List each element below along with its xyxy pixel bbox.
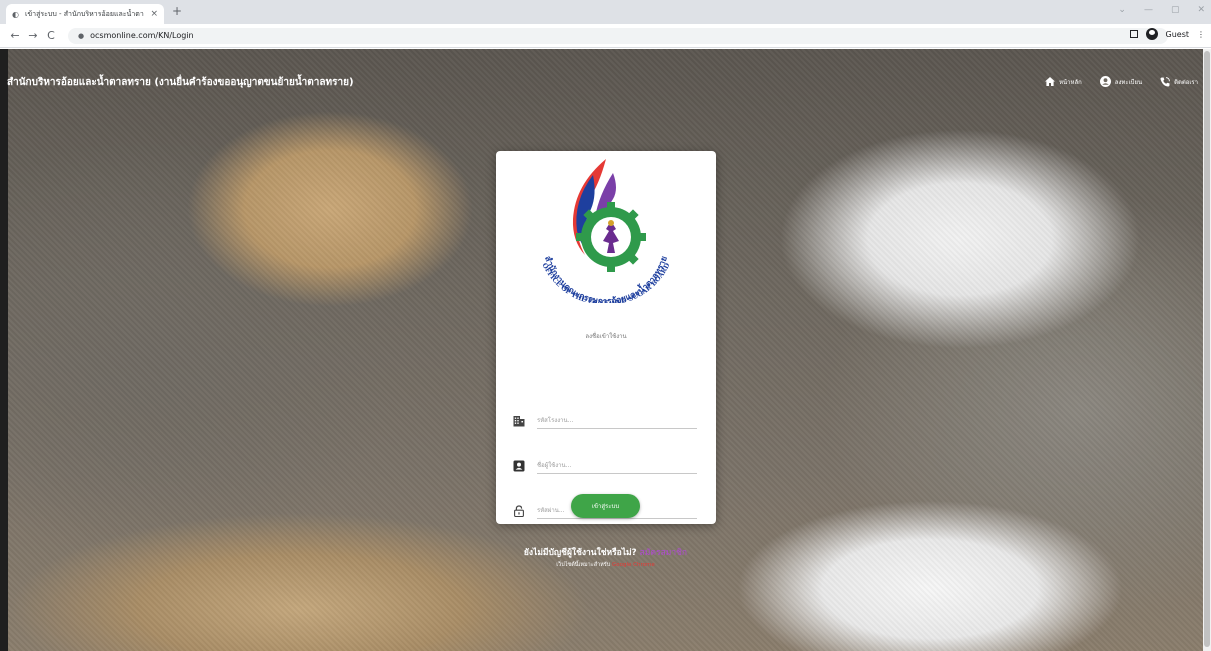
nav-register[interactable]: ลงทะเบียน — [1099, 76, 1143, 87]
scrollbar-thumb[interactable] — [1204, 51, 1210, 647]
new-tab-button[interactable]: + — [172, 4, 182, 18]
login-subtitle: ลงชื่อเข้าใช้งาน — [585, 333, 627, 340]
tab-title: เข้าสู่ระบบ - สำนักบริหารอ้อยและน้ำตาลทร… — [24, 9, 144, 18]
url-text[interactable]: ocsmonline.com/KN/Login — [90, 31, 194, 40]
top-nav: หน้าหลัก ลงทะเบียน ติดต่อเรา — [1045, 76, 1198, 87]
minimize-icon[interactable]: — — [1144, 5, 1153, 15]
chrome-link[interactable]: Google Chrome — [612, 562, 655, 568]
reload-icon[interactable]: C — [42, 29, 60, 42]
page-favicon-icon: ◐ — [12, 9, 19, 19]
nav-register-label: ลงทะเบียน — [1114, 78, 1143, 86]
site-title[interactable]: สำนักบริหารอ้อยและน้ำตาลทราย (งานยื่นคำร… — [7, 75, 354, 90]
nav-home-label: หน้าหลัก — [1059, 78, 1082, 86]
browser-tab[interactable]: ◐ เข้าสู่ระบบ - สำนักบริหารอ้อยและน้ำตาล… — [6, 4, 164, 24]
register-prompt: ยังไม่มีบัญชีผู้ใช้งานใช่หรือไม่? สมัครส… — [0, 545, 1211, 559]
page-scrollbar[interactable] — [1203, 49, 1211, 651]
register-link[interactable]: สมัครสมาชิก — [640, 548, 688, 558]
nav-home[interactable]: หน้าหลัก — [1045, 76, 1082, 87]
home-icon — [1045, 77, 1056, 86]
building-icon — [513, 416, 525, 427]
nav-contact[interactable]: ติดต่อเรา — [1160, 76, 1198, 87]
browser-note-text: เว็บไซต์นี้เหมาะสำหรับ — [556, 562, 611, 568]
tab-list-icon[interactable]: ⌄ — [1118, 5, 1126, 15]
ocsb-logo: สำนักงานคณะกรรมการอ้อยและน้ำตาลทราย OFFI… — [541, 159, 672, 303]
page-background: สำนักบริหารอ้อยและน้ำตาลทราย (งานยื่นคำร… — [0, 49, 1211, 651]
login-card: สำนักงานคณะกรรมการอ้อยและน้ำตาลทราย OFFI… — [496, 151, 716, 524]
username-input[interactable] — [537, 458, 697, 474]
back-icon[interactable]: ← — [6, 29, 24, 42]
lock-icon — [514, 505, 524, 517]
menu-icon[interactable]: ⋮ — [1197, 30, 1205, 39]
register-prompt-text: ยังไม่มีบัญชีผู้ใช้งานใช่หรือไม่? — [523, 548, 637, 558]
profile-label[interactable]: Guest — [1166, 30, 1190, 39]
user-circle-icon — [1099, 76, 1111, 87]
forward-icon[interactable]: → — [24, 29, 42, 42]
browser-note: เว็บไซต์นี้เหมาะสำหรับ Google Chrome — [0, 561, 1211, 569]
address-bar[interactable]: ● ocsmonline.com/KN/Login — [68, 27, 1168, 44]
side-panel-icon[interactable] — [1129, 30, 1138, 38]
nav-contact-label: ติดต่อเรา — [1174, 78, 1198, 86]
guest-avatar-icon[interactable] — [1145, 28, 1158, 40]
window-controls: ⌄ — ▢ ✕ — [1118, 5, 1205, 15]
close-window-icon[interactable]: ✕ — [1197, 5, 1205, 15]
factory-code-field — [513, 412, 697, 430]
phone-icon — [1160, 76, 1170, 86]
profile-area: Guest ⋮ — [1129, 28, 1205, 40]
browser-toolbar: ← → C ● ocsmonline.com/KN/Login Guest ⋮ — [0, 24, 1211, 48]
restore-icon[interactable]: ▢ — [1171, 5, 1180, 15]
id-card-icon — [513, 460, 525, 472]
tab-close-icon[interactable]: × — [150, 9, 158, 19]
login-button[interactable]: เข้าสู่ระบบ — [571, 494, 640, 518]
secure-lock-icon[interactable]: ● — [78, 32, 84, 40]
browser-tab-bar: ◐ เข้าสู่ระบบ - สำนักบริหารอ้อยและน้ำตาล… — [0, 0, 1211, 24]
factory-code-input[interactable] — [537, 413, 697, 429]
logo-english-text: OFFICE OF THE CANE AND SUGAR BOARD — [541, 261, 672, 303]
username-field — [513, 457, 697, 475]
svg-text:OFFICE OF THE CANE AND SUGAR B: OFFICE OF THE CANE AND SUGAR BOARD — [541, 261, 672, 303]
